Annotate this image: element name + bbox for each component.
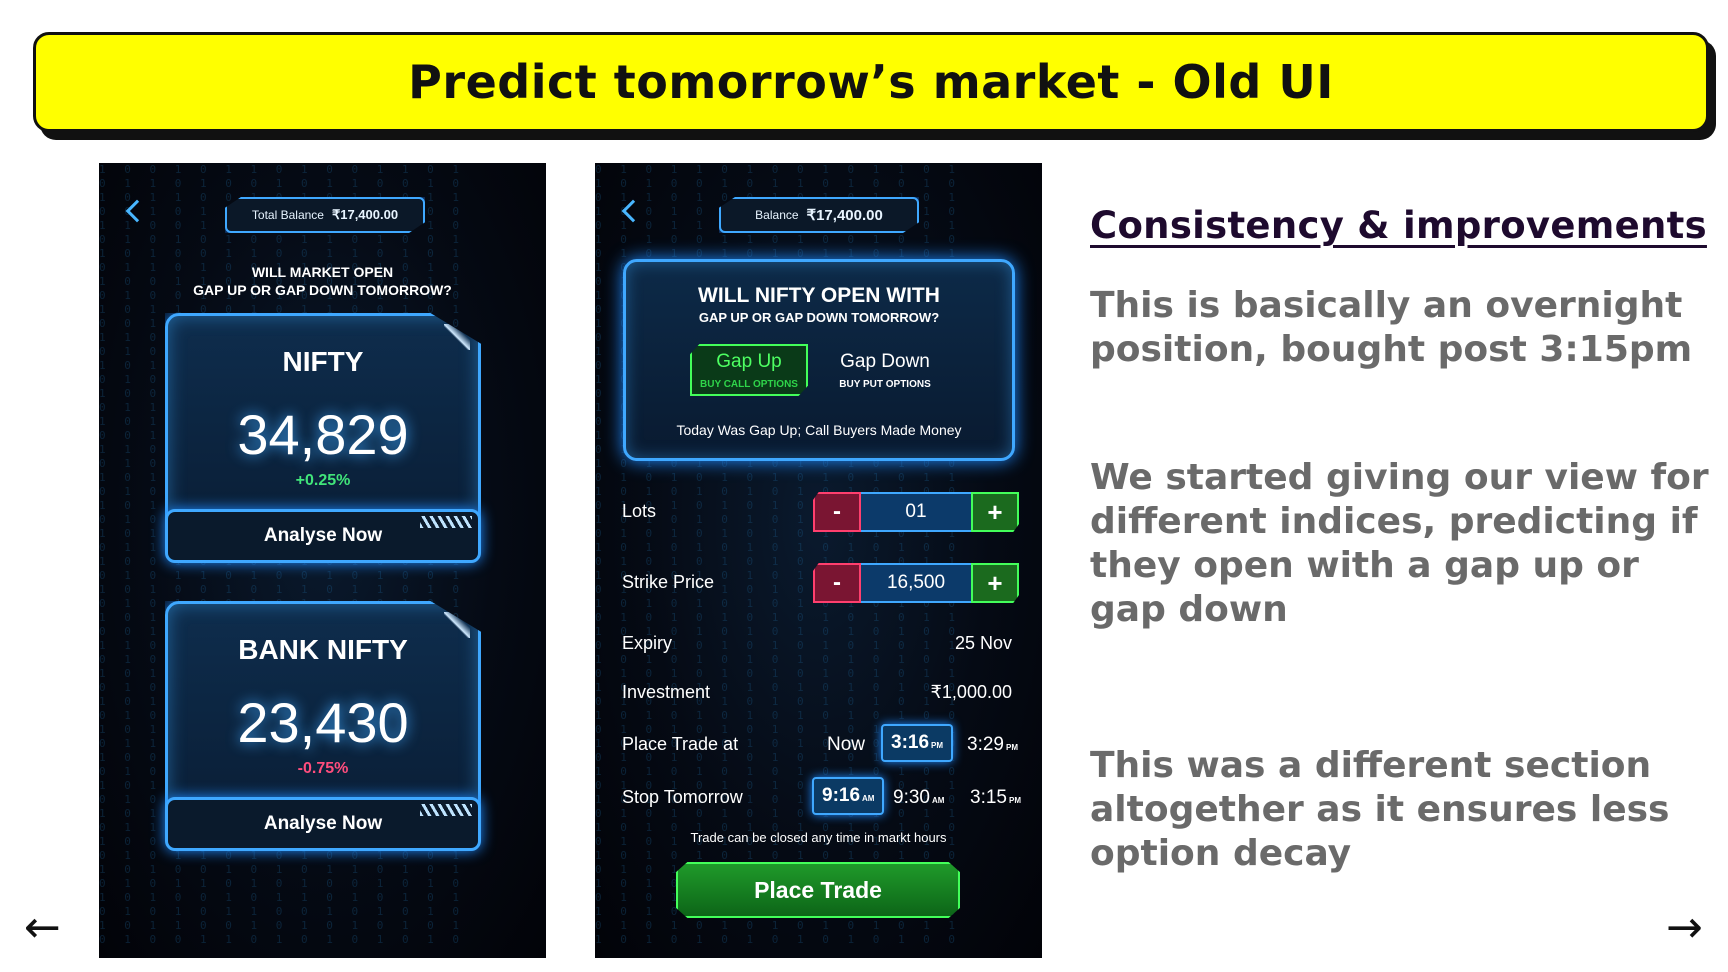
notes-paragraph-3: This was a different section altogether … (1090, 745, 1670, 874)
balance-pill: Balance ₹17,400.00 (719, 197, 919, 233)
gap-down-sub: BUY PUT OPTIONS (839, 378, 931, 390)
gap-up-sub: BUY CALL OPTIONS (700, 378, 798, 390)
index-card-bank-nifty[interactable]: BANK NIFTY 23,430 -0.75% (165, 601, 481, 821)
index-card-nifty[interactable]: NIFTY 34,829 +0.25% (165, 313, 481, 533)
time-value: 9:16 (822, 785, 861, 806)
balance-label: Balance (755, 208, 799, 222)
question-line-1: WILL NIFTY OPEN WITH (698, 284, 940, 307)
time-ampm: AM (862, 794, 875, 803)
expiry-label: Expiry (622, 633, 673, 653)
slide-title: Predict tomorrow’s market - Old UI (408, 55, 1334, 109)
strike-minus-button[interactable]: - (813, 563, 861, 603)
previous-arrow-icon[interactable]: ← (24, 906, 61, 950)
stop-time-916[interactable]: 9:16 AM (812, 777, 885, 815)
index-value: 34,829 (237, 403, 409, 466)
time-ampm: PM (931, 741, 944, 750)
gap-up-option[interactable]: Gap Up BUY CALL OPTIONS (690, 344, 808, 396)
investment-value: ₹1,000.00 (930, 682, 1012, 702)
expiry-value: 25 Nov (954, 633, 1012, 653)
stop-time-315[interactable]: 3:15 PM (970, 787, 1021, 809)
question-line-1: WILL MARKET OPEN (251, 264, 394, 280)
place-trade-button[interactable]: Place Trade (676, 862, 960, 918)
stop-time-930[interactable]: 9:30 AM (893, 787, 944, 809)
index-value: 23,430 (237, 691, 409, 754)
balance-amount: ₹17,400.00 (331, 207, 399, 222)
analyse-now-button-nifty[interactable]: Analyse Now (165, 509, 481, 563)
stripes-decoration (420, 804, 472, 816)
index-change: -0.75% (297, 760, 349, 777)
analyse-now-button-bank-nifty[interactable]: Analyse Now (165, 797, 481, 851)
prediction-card: WILL NIFTY OPEN WITH GAP UP OR GAP DOWN … (623, 259, 1015, 461)
notes-paragraph-2: We started giving our view for different… (1090, 457, 1709, 630)
lots-minus-button[interactable]: - (813, 492, 861, 532)
lots-plus-button[interactable]: + (971, 492, 1019, 532)
phone-screenshot-trade-form: 0 1 0 1 1 0 1 0 0 1 0 1 1 0 1 1 0 1 0 0 … (595, 163, 1042, 958)
place-time-now[interactable]: Now (827, 734, 865, 756)
place-trade-at-label: Place Trade at (622, 734, 739, 754)
question-line-2: GAP UP OR GAP DOWN TOMORROW? (193, 282, 452, 298)
lots-value[interactable]: 01 (861, 492, 971, 532)
notes-paragraph-1: This is basically an overnight position,… (1090, 285, 1693, 370)
analyse-now-label: Analyse Now (263, 813, 383, 834)
next-arrow-icon[interactable]: → (1666, 906, 1703, 950)
lots-stepper: - 01 + (813, 492, 1019, 532)
balance-label: Total Balance (251, 208, 324, 222)
index-name: BANK NIFTY (238, 634, 408, 665)
place-time-316[interactable]: 3:16 PM (881, 724, 954, 762)
strike-plus-button[interactable]: + (971, 563, 1019, 603)
analyse-now-label: Analyse Now (263, 525, 383, 546)
time-ampm: PM (1008, 796, 1021, 805)
stripes-decoration (420, 516, 472, 528)
time-value: 3:16 (891, 732, 930, 753)
gap-down-option[interactable]: Gap Down BUY PUT OPTIONS (826, 344, 944, 396)
time-value: 3:29 (967, 734, 1004, 755)
notes-heading: Consistency & improvements (1090, 204, 1707, 247)
question-text: WILL MARKET OPEN GAP UP OR GAP DOWN TOMO… (99, 263, 546, 299)
gap-down-label: Gap Down (840, 350, 930, 372)
time-value: 3:15 (970, 787, 1007, 808)
index-name: NIFTY (282, 346, 364, 377)
title-banner: Predict tomorrow’s market - Old UI (33, 32, 1709, 132)
investment-label: Investment (622, 682, 711, 702)
strike-value[interactable]: 16,500 (861, 563, 971, 603)
balance-pill: Total Balance ₹17,400.00 (225, 197, 425, 233)
question-line-2: GAP UP OR GAP DOWN TOMORROW? (698, 310, 940, 325)
strike-price-stepper: - 16,500 + (813, 563, 1019, 603)
gap-up-label: Gap Up (716, 350, 782, 372)
time-ampm: AM (931, 796, 945, 805)
today-note: Today Was Gap Up; Call Buyers Made Money (676, 422, 962, 438)
strike-price-label: Strike Price (622, 572, 715, 592)
time-value: 9:30 (893, 787, 930, 808)
lots-label: Lots (622, 501, 657, 521)
stop-tomorrow-label: Stop Tomorrow (622, 787, 743, 807)
balance-amount: ₹17,400.00 (806, 207, 883, 224)
closed-note: Trade can be closed any time in markt ho… (690, 830, 947, 845)
time-value: Now (827, 734, 866, 755)
place-time-329[interactable]: 3:29 PM (967, 734, 1018, 756)
phone-screenshot-market-list: 1 0 0 1 0 1 1 0 1 0 0 1 1 0 1 0 1 1 0 1 … (99, 163, 546, 958)
index-change: +0.25% (295, 472, 351, 489)
time-ampm: PM (1005, 743, 1018, 752)
